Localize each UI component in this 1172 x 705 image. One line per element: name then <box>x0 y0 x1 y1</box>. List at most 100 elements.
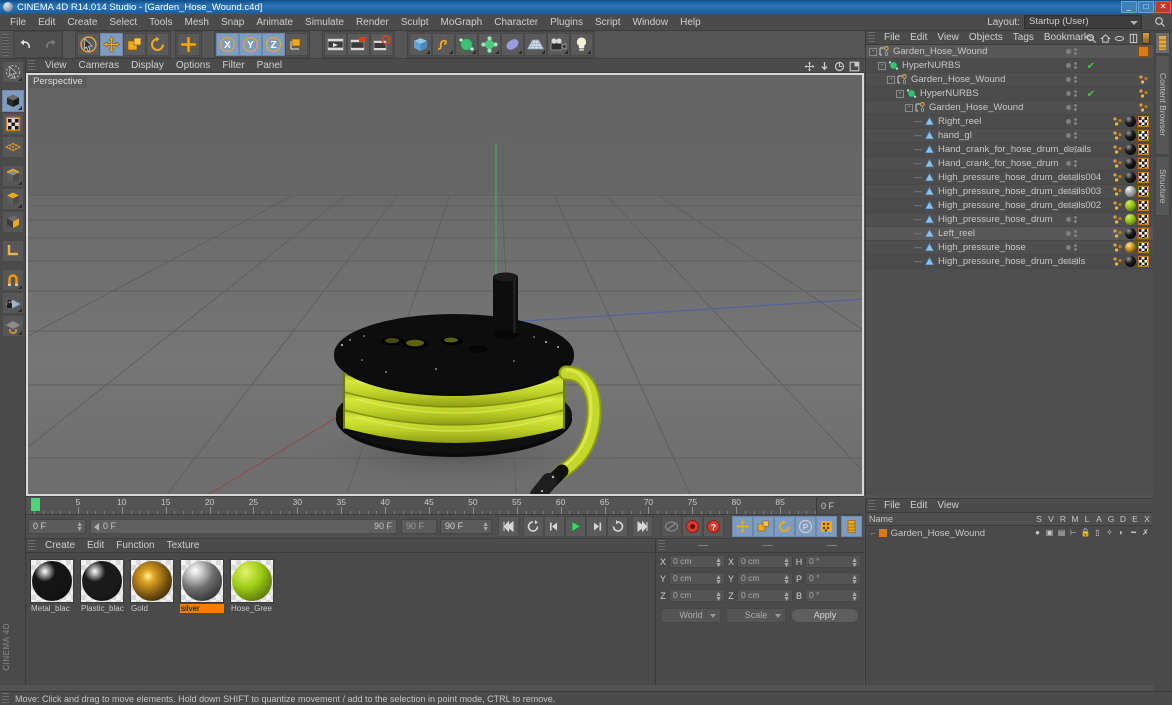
visibility-dots[interactable] <box>1066 48 1077 55</box>
time-scrubber[interactable]: 0 F 90 F <box>90 519 397 534</box>
loop-button[interactable] <box>607 516 628 537</box>
render-settings-icon[interactable] <box>370 33 393 56</box>
editor-visibility-dot[interactable] <box>1066 161 1071 166</box>
texture-tag-icon[interactable] <box>1138 172 1149 183</box>
phong-tag-icon[interactable] <box>1112 130 1123 141</box>
phong-tag-icon[interactable] <box>1138 102 1149 113</box>
points-mode-icon[interactable] <box>1 136 24 158</box>
render-visibility-dots[interactable] <box>1074 76 1077 83</box>
editor-visibility-dot[interactable] <box>1066 49 1071 54</box>
world-object-coord-icon[interactable] <box>285 33 308 56</box>
menu-item-snap[interactable]: Snap <box>215 16 250 29</box>
object-tags[interactable] <box>1112 186 1149 197</box>
editor-visibility-dot[interactable] <box>1066 63 1071 68</box>
l-lock-icon[interactable]: 🔒 <box>1080 527 1091 538</box>
s-dot-icon[interactable]: ● <box>1032 527 1043 538</box>
coord-field-position[interactable]: 0 cm ▲ ▼ <box>669 555 725 569</box>
render-visibility-dots[interactable] <box>1074 90 1077 97</box>
add-tool-icon[interactable] <box>177 33 200 56</box>
undo-icon[interactable] <box>15 33 38 56</box>
viewport-menu-view[interactable]: View <box>39 60 73 71</box>
material-cell[interactable]: silver <box>180 559 224 613</box>
phong-tag-icon[interactable] <box>1112 242 1123 253</box>
om-menu-file[interactable]: File <box>879 32 905 43</box>
transform-mode-dropdown[interactable]: Scale <box>726 608 786 623</box>
minimize-button[interactable]: _ <box>1121 1 1137 13</box>
phong-tag-icon[interactable] <box>1138 88 1149 99</box>
keyframe-selection-button[interactable]: ? <box>703 516 724 537</box>
material-tag-icon[interactable] <box>1125 116 1136 127</box>
editor-visibility-dot[interactable] <box>1066 119 1071 124</box>
menu-item-edit[interactable]: Edit <box>32 16 61 29</box>
texture-tag-icon[interactable] <box>1138 144 1149 155</box>
am-menu-edit[interactable]: Edit <box>905 500 932 511</box>
a-anim-icon[interactable]: ▯ <box>1092 527 1103 538</box>
visibility-dots[interactable] <box>1066 216 1077 223</box>
spinner-icon[interactable]: ▲ ▼ <box>783 557 790 569</box>
workplane-icon[interactable] <box>1 315 24 337</box>
menu-item-animate[interactable]: Animate <box>250 16 299 29</box>
toolbar-grip[interactable] <box>2 33 9 56</box>
material-tag-icon[interactable] <box>1125 130 1136 141</box>
material-tag-icon[interactable] <box>1125 144 1136 155</box>
object-row[interactable]: — High_pressure_hose_drum_details <box>866 255 1153 269</box>
coord-system-dropdown[interactable]: World <box>661 608 721 623</box>
object-tags[interactable] <box>1112 172 1149 183</box>
visibility-dots[interactable] <box>1066 90 1077 97</box>
attribute-manager-grip[interactable] <box>868 500 875 511</box>
axis-y-icon[interactable]: Y <box>239 33 262 56</box>
point-level-animation-toggle[interactable] <box>816 516 837 537</box>
play-reverse-button[interactable] <box>523 516 544 537</box>
tab-content-browser[interactable]: Content Browser <box>1155 55 1170 155</box>
layer-color-strip[interactable] <box>1142 32 1150 44</box>
menu-item-render[interactable]: Render <box>350 16 395 29</box>
timeline-end-field[interactable]: 0 F <box>816 497 864 515</box>
om-menu-edit[interactable]: Edit <box>905 32 932 43</box>
texture-tag-icon[interactable] <box>1138 116 1149 127</box>
material-name[interactable]: Plastic_blac <box>80 604 124 613</box>
render-visibility-dots[interactable] <box>1074 132 1077 139</box>
menu-item-tools[interactable]: Tools <box>143 16 178 29</box>
go-to-start-button[interactable] <box>498 516 519 537</box>
editor-visibility-dot[interactable] <box>1066 231 1071 236</box>
render-visibility-dots[interactable] <box>1074 244 1077 251</box>
layer-color-tag-icon[interactable] <box>1138 46 1149 57</box>
material-tag-icon[interactable] <box>1125 158 1136 169</box>
workplane-lock-icon[interactable] <box>1 292 24 314</box>
enable-axis-icon[interactable] <box>1 240 24 262</box>
texture-tag-icon[interactable] <box>1138 228 1149 239</box>
editor-visibility-dot[interactable] <box>1066 189 1071 194</box>
object-row[interactable]: — Hand_crank_for_hose_drum_details <box>866 143 1153 157</box>
polygons-mode-icon[interactable] <box>1 188 24 210</box>
object-tags[interactable] <box>1112 158 1149 169</box>
material-name[interactable]: Metal_blac <box>30 604 74 613</box>
animation-layers-button[interactable] <box>841 516 862 537</box>
render-visibility-dots[interactable] <box>1074 160 1077 167</box>
viewport-canvas[interactable]: Perspective <box>26 73 864 496</box>
axis-x-icon[interactable]: X <box>216 33 239 56</box>
phong-tag-icon[interactable] <box>1112 214 1123 225</box>
tab-attributes[interactable] <box>1155 32 1170 54</box>
material-preview[interactable] <box>80 559 124 603</box>
parameter-key-toggle[interactable]: P <box>795 516 816 537</box>
menu-item-script[interactable]: Script <box>589 16 627 29</box>
material-preview[interactable] <box>30 559 74 603</box>
record-active-objects-button[interactable] <box>682 516 703 537</box>
am-menu-file[interactable]: File <box>879 500 905 511</box>
visibility-dots[interactable] <box>1066 230 1077 237</box>
editor-visibility-dot[interactable] <box>1066 91 1071 96</box>
redo-icon[interactable] <box>38 33 61 56</box>
object-tags[interactable] <box>1112 214 1149 225</box>
render-region-icon[interactable] <box>347 33 370 56</box>
spinner-icon[interactable]: ▲ ▼ <box>851 591 858 603</box>
material-tag-icon[interactable] <box>1125 228 1136 239</box>
object-tags[interactable] <box>1112 228 1149 239</box>
render-view-icon[interactable] <box>324 33 347 56</box>
visibility-dots[interactable] <box>1066 258 1077 265</box>
render-visibility-dots[interactable] <box>1074 118 1077 125</box>
material-menu-function[interactable]: Function <box>110 540 160 551</box>
d-deform-icon[interactable]: ◐ <box>1116 527 1127 538</box>
viewport-menu-options[interactable]: Options <box>170 60 216 71</box>
coord-field-rotation[interactable]: 0 ° ▲ ▼ <box>805 589 861 603</box>
material-name[interactable]: Gold <box>130 604 174 613</box>
